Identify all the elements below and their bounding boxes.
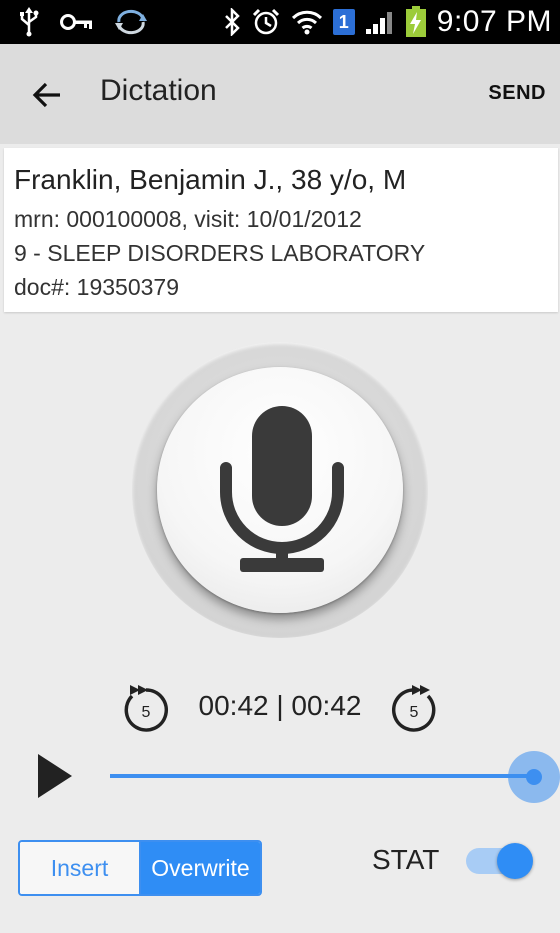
forward-seconds-label: 5 (410, 704, 419, 721)
sync-icon (115, 9, 147, 35)
seek-bar[interactable] (110, 774, 534, 778)
send-button[interactable]: SEND (488, 82, 546, 105)
play-icon[interactable] (36, 752, 76, 800)
status-bar-left-icons (18, 6, 148, 38)
page-title: Dictation (100, 74, 217, 107)
status-time: 9:07 PM (436, 5, 552, 38)
mode-insert-button[interactable]: Insert (20, 842, 141, 894)
patient-doc-number: doc#: 19350379 (14, 274, 179, 300)
app-bar: Dictation SEND (0, 44, 560, 144)
rewind-5-icon[interactable]: 5 (120, 682, 172, 734)
playback-time: 00:42 | 00:42 (198, 690, 362, 721)
patient-name: Franklin, Benjamin J., 38 y/o, M (14, 164, 407, 195)
rewind-seconds-label: 5 (142, 704, 151, 721)
arrow-left-icon[interactable] (30, 77, 66, 113)
wifi-icon (291, 10, 322, 35)
stat-toggle-thumb[interactable] (497, 843, 533, 879)
key-icon (60, 14, 92, 30)
battery-charging-icon (405, 6, 426, 37)
patient-department: 9 - SLEEP DISORDERS LABORATORY (14, 240, 426, 266)
bluetooth-icon (224, 8, 240, 36)
mode-overwrite-button[interactable]: Overwrite (141, 842, 260, 894)
seek-thumb[interactable] (526, 769, 542, 785)
mode-segmented-control: Insert Overwrite (18, 840, 262, 896)
patient-info-card: Franklin, Benjamin J., 38 y/o, M mrn: 00… (4, 148, 558, 312)
status-bar: 1 9:07 PM (0, 0, 560, 44)
forward-5-icon[interactable]: 5 (388, 682, 440, 734)
microphone-icon (220, 406, 344, 572)
signal-icon (365, 12, 392, 34)
stat-label: STAT (372, 844, 440, 875)
status-bar-right-icons: 1 9:07 PM (223, 4, 552, 40)
usb-icon (20, 7, 39, 37)
alarm-icon (252, 8, 279, 35)
notification-count-badge: 1 (332, 9, 355, 35)
patient-mrn-visit: mrn: 000100008, visit: 10/01/2012 (14, 206, 362, 232)
